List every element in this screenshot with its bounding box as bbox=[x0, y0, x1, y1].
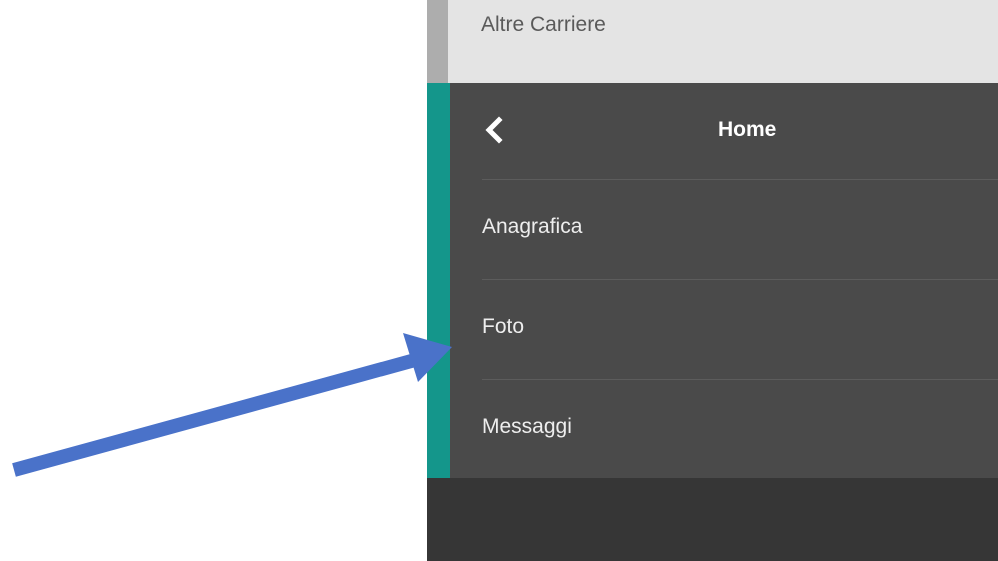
footer-bar bbox=[427, 478, 998, 561]
menu-item-messaggi[interactable]: Messaggi bbox=[450, 380, 998, 479]
submenu-header[interactable]: Home bbox=[450, 83, 998, 179]
menu-item-label: Foto bbox=[482, 315, 525, 338]
chevron-left-icon[interactable] bbox=[483, 116, 505, 144]
submenu-title: Home bbox=[718, 118, 777, 141]
side-navigation-panel: Altre Carriere Home Anagrafica Foto Mess… bbox=[427, 0, 998, 561]
menu-item-label: Messaggi bbox=[482, 415, 572, 438]
active-accent-bar bbox=[427, 83, 450, 478]
menu-item-label: Anagrafica bbox=[482, 215, 583, 238]
nav-item-stripe bbox=[427, 0, 448, 83]
nav-item-label: Altre Carriere bbox=[481, 13, 606, 36]
menu-item-foto[interactable]: Foto bbox=[450, 280, 998, 379]
submenu: Home Anagrafica Foto Messaggi bbox=[427, 83, 998, 478]
menu-item-anagrafica[interactable]: Anagrafica bbox=[450, 180, 998, 279]
nav-item-altre-carriere[interactable]: Altre Carriere bbox=[427, 0, 998, 83]
